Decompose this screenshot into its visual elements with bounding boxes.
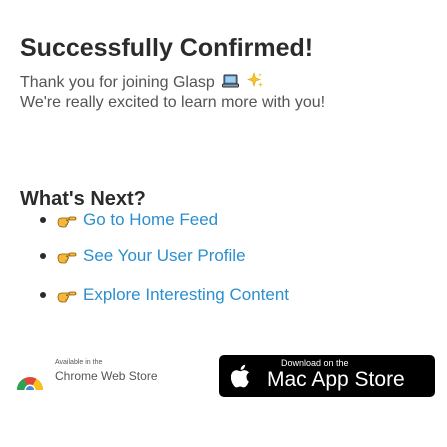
bullet (40, 292, 46, 298)
explore-content-label: Explore Interesting Content (83, 285, 290, 304)
pointing-hand-icon (57, 291, 77, 303)
page-title: Successfully Confirmed! (20, 34, 314, 62)
home-feed-label: Go to Home Feed (83, 210, 219, 229)
laptop-icon (222, 74, 240, 94)
home-feed-link[interactable]: Go to Home Feed (40, 210, 218, 230)
whats-next-heading: What's Next? (20, 188, 146, 210)
thank-you-line: Thank you for joining Glasp (20, 72, 264, 94)
chrome-web-store-logo (15, 377, 45, 392)
explore-content-link[interactable]: Explore Interesting Content (40, 285, 289, 305)
mas-small-text: Download on the (281, 358, 349, 368)
cws-small-text: Available in the (55, 359, 103, 366)
thank-you-text: Thank you for joining Glasp (20, 74, 215, 91)
chrome-web-store-badge[interactable]: Available in the Chrome Web Store (13, 352, 178, 392)
mac-app-store-badge[interactable]: Download on the Mac App Store (219, 355, 435, 397)
mas-big-text: Mac App Store (267, 368, 405, 391)
user-profile-label: See Your User Profile (83, 246, 246, 265)
sparkle-icon (246, 72, 264, 94)
apple-logo-icon (231, 364, 249, 388)
user-profile-link[interactable]: See Your User Profile (40, 246, 246, 266)
pointing-hand-icon (57, 216, 77, 228)
bullet (40, 217, 46, 223)
excited-text: We're really excited to learn more with … (20, 94, 326, 111)
pointing-hand-icon (57, 252, 77, 264)
cws-big-text: Chrome Web Store (55, 369, 158, 383)
confirmation-page: Successfully Confirmed! Thank you for jo… (0, 0, 447, 447)
bullet (40, 253, 46, 259)
